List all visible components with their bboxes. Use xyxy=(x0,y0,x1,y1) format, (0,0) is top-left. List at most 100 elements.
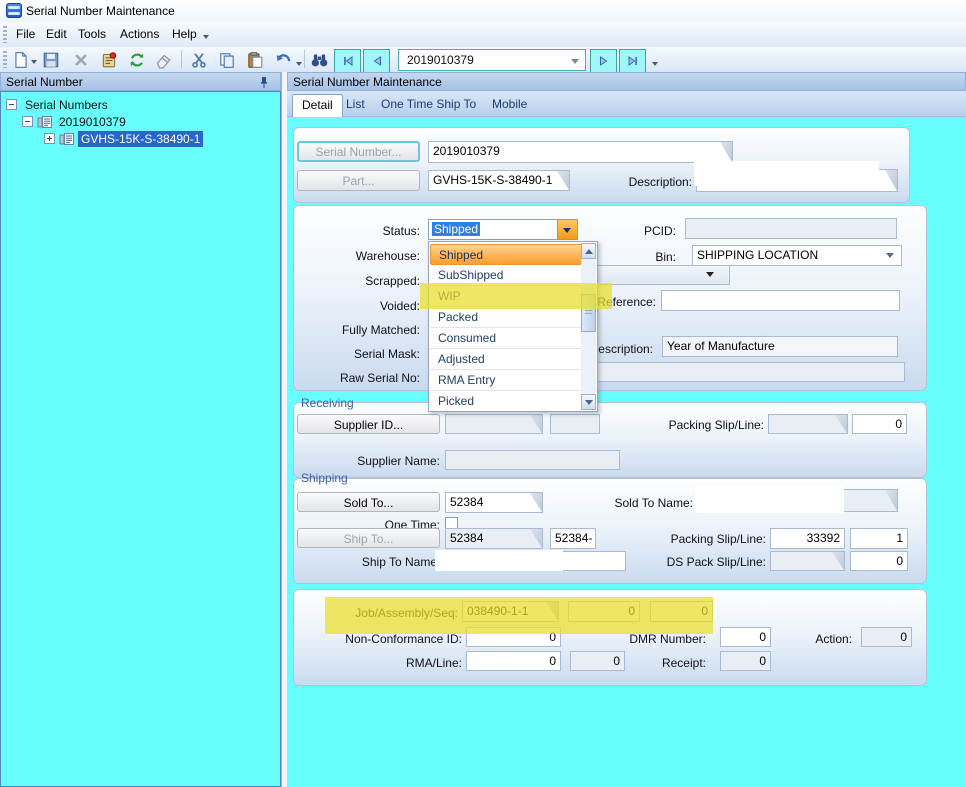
supplier-line-field[interactable] xyxy=(550,414,600,434)
copy-button[interactable] xyxy=(216,49,238,70)
shipping-packing-slip-field[interactable]: 33392 xyxy=(770,528,845,549)
tab-detail[interactable]: Detail xyxy=(292,94,343,117)
record-combo[interactable]: 2019010379 xyxy=(398,49,586,71)
undo-button[interactable] xyxy=(272,49,294,70)
ncr-field[interactable]: 0 xyxy=(466,627,561,647)
rma-label: RMA/Line: xyxy=(302,656,462,670)
collapse-icon[interactable] xyxy=(6,99,17,110)
pcid-field[interactable] xyxy=(685,218,897,239)
audit-button[interactable] xyxy=(98,49,120,70)
nav-prev-button[interactable] xyxy=(363,49,390,73)
main-panel-title: Serial Number Maintenance xyxy=(293,75,442,89)
ship-to-button[interactable]: Ship To... xyxy=(297,528,440,548)
dropdown-item-packed[interactable]: Packed xyxy=(430,307,583,328)
ship-to-field[interactable]: 52384 xyxy=(445,528,543,549)
dropdown-item-rma-entry[interactable]: RMA Entry xyxy=(430,370,583,391)
dropdown-item-subshipped[interactable]: SubShipped xyxy=(430,265,583,286)
supplier-name-field[interactable] xyxy=(445,450,620,470)
window-title: Serial Number Maintenance xyxy=(26,4,175,18)
dmr-field[interactable]: 0 xyxy=(720,627,771,647)
find-button[interactable] xyxy=(308,49,330,70)
toolbar-overflow-icon[interactable] xyxy=(296,62,302,66)
paste-button[interactable] xyxy=(244,49,266,70)
scroll-thumb[interactable] xyxy=(581,294,596,332)
status-combo[interactable]: Shipped xyxy=(428,219,578,240)
prev-record-icon xyxy=(371,55,383,67)
ds-pack-line-field[interactable]: 0 xyxy=(850,551,908,571)
part-field[interactable]: GVHS-15K-S-38490-1 xyxy=(428,170,570,191)
dropdown-item-adjusted[interactable]: Adjusted xyxy=(430,349,583,370)
menu-overflow-icon[interactable] xyxy=(203,35,209,39)
dropdown-scrollbar[interactable] xyxy=(581,243,596,410)
tree-serial-label[interactable]: 2019010379 xyxy=(56,114,129,130)
raw-serial-field[interactable] xyxy=(565,362,905,382)
shipping-section-label: Shipping xyxy=(299,471,350,485)
dropdown-item-picked[interactable]: Picked xyxy=(430,391,583,412)
receipt-field[interactable]: 0 xyxy=(720,651,771,671)
bin-combo-arrow-icon[interactable] xyxy=(886,253,894,258)
new-button[interactable] xyxy=(10,49,32,70)
menu-grip[interactable] xyxy=(3,26,7,43)
scroll-down-icon[interactable] xyxy=(581,394,596,410)
tab-one-time[interactable]: One Time Ship To xyxy=(372,94,485,117)
menu-actions[interactable]: Actions xyxy=(116,26,163,42)
nav-first-button[interactable] xyxy=(334,49,361,73)
tree-node-root[interactable]: Serial Numbers xyxy=(6,96,111,113)
menu-tools[interactable]: Tools xyxy=(74,26,110,42)
sold-to-button[interactable]: Sold To... xyxy=(297,492,440,512)
tab-mobile[interactable]: Mobile xyxy=(483,94,536,117)
menu-file[interactable]: File xyxy=(12,26,39,42)
status-combo-arrow-icon[interactable] xyxy=(557,220,577,239)
refresh-button[interactable] xyxy=(126,49,148,70)
menu-bar: File Edit Tools Actions Help xyxy=(0,22,966,48)
nav-next-button[interactable] xyxy=(590,49,617,73)
supplier-id-field[interactable] xyxy=(445,414,543,434)
expand-icon[interactable] xyxy=(44,133,55,144)
clear-button[interactable] xyxy=(152,49,174,70)
save-button[interactable] xyxy=(40,49,62,70)
job-seq-field[interactable]: 0 xyxy=(650,601,713,622)
ds-pack-slip-field[interactable] xyxy=(770,551,845,571)
job-assembly-field[interactable]: 0 xyxy=(568,601,640,622)
part-button[interactable]: Part... xyxy=(297,170,420,191)
new-dropdown-icon[interactable] xyxy=(31,60,37,64)
first-record-icon xyxy=(342,55,354,67)
tab-list[interactable]: List xyxy=(337,94,374,117)
rma-field[interactable]: 0 xyxy=(466,651,561,671)
tree-root-label[interactable]: Serial Numbers xyxy=(22,97,111,113)
receiving-packing-line-field[interactable]: 0 xyxy=(852,414,907,434)
bin-combo[interactable]: SHIPPING LOCATION xyxy=(692,245,902,266)
record-combo-arrow-icon[interactable] xyxy=(571,59,579,64)
shipping-packing-line-field[interactable]: 1 xyxy=(850,528,908,549)
dropdown-item-shipped[interactable]: Shipped xyxy=(430,244,583,265)
menu-help[interactable]: Help xyxy=(168,26,201,42)
nav-last-button[interactable] xyxy=(619,49,646,73)
dropdown-item-consumed[interactable]: Consumed xyxy=(430,328,583,349)
scrapped-combo-arrow-icon[interactable] xyxy=(706,272,714,277)
serial-node-icon xyxy=(37,115,53,129)
action-field[interactable]: 0 xyxy=(861,627,912,647)
serial-number-field[interactable]: 2019010379 xyxy=(428,141,733,163)
reference-field[interactable] xyxy=(661,290,900,311)
delete-button[interactable] xyxy=(70,49,92,70)
tree-part-label[interactable]: GVHS-15K-S-38490-1 xyxy=(78,131,203,147)
nav-overflow-icon[interactable] xyxy=(652,62,658,66)
job-field[interactable]: 038490-1-1 xyxy=(462,601,559,622)
ncr-label: Non-Conformance ID: xyxy=(302,632,462,646)
serial-number-button[interactable]: Serial Number... xyxy=(297,141,420,162)
sold-to-field[interactable]: 52384 xyxy=(445,492,543,513)
cut-button[interactable] xyxy=(188,49,210,70)
receiving-packing-slip-field[interactable] xyxy=(768,414,848,434)
pin-icon[interactable] xyxy=(258,76,270,89)
collapse-icon[interactable] xyxy=(22,116,33,127)
tree-node-part[interactable]: GVHS-15K-S-38490-1 xyxy=(44,130,203,147)
supplier-id-button[interactable]: Supplier ID... xyxy=(297,414,440,434)
toolbar-grip[interactable] xyxy=(3,51,7,68)
copy-icon xyxy=(218,51,236,69)
dropdown-item-wip[interactable]: WIP xyxy=(430,286,583,307)
scroll-up-icon[interactable] xyxy=(581,243,596,259)
ship-to-addr-field[interactable]: 52384- xyxy=(550,528,596,549)
ym-description-field[interactable]: Year of Manufacture xyxy=(662,336,898,357)
menu-edit[interactable]: Edit xyxy=(42,26,71,42)
tree-node-serial[interactable]: 2019010379 xyxy=(22,113,129,130)
